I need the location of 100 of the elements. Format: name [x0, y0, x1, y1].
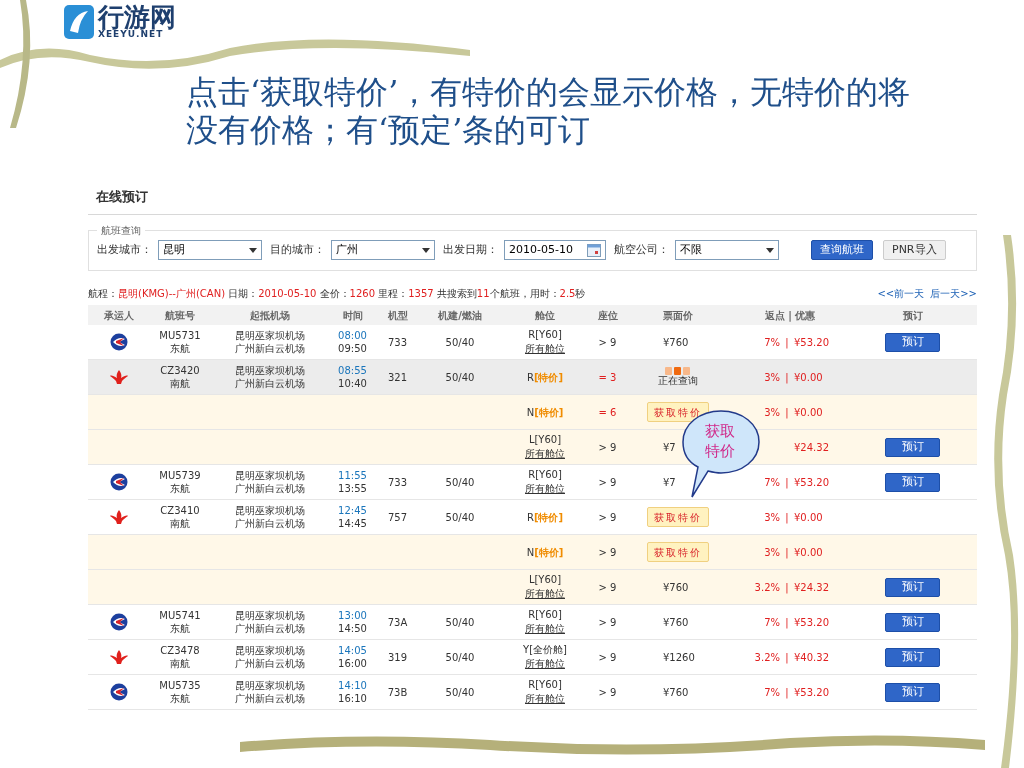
arrival-airport: 广州新白云机场	[235, 692, 305, 705]
dropdown-select[interactable]: 广州	[331, 240, 435, 260]
departure-time: 13:00	[338, 609, 367, 622]
seat-count: > 9	[598, 545, 617, 560]
departure-time: 08:55	[338, 364, 367, 377]
rebate-percent: 7%	[764, 335, 780, 350]
all-cabins-link[interactable]: 所有舱位	[525, 692, 565, 706]
cabin-class: L[Y60]	[528, 573, 562, 587]
field-label: 出发城市：	[97, 241, 152, 258]
field-label: 目的城市：	[270, 241, 325, 258]
book-button[interactable]: 预订	[885, 682, 940, 702]
departure-airport: 昆明巫家坝机场	[235, 329, 305, 342]
day-nav-link[interactable]: 后一天>>	[930, 285, 977, 301]
flower-logo-icon	[109, 369, 129, 385]
column-header: 舱位	[534, 308, 556, 323]
column-header: 票面价	[661, 308, 694, 323]
airport-fuel-tax: 50/40	[445, 510, 475, 525]
get-special-price-button[interactable]: 获取特价	[646, 542, 709, 562]
separator: |	[785, 510, 789, 525]
bird-logo-icon	[110, 683, 128, 701]
discount-amount: ¥0.00	[794, 545, 823, 560]
ticket-price: ¥760	[662, 335, 689, 350]
rebate-percent: 7%	[764, 615, 780, 630]
airline-name: 东航	[170, 692, 190, 705]
seat-count: > 9	[598, 615, 617, 630]
ticket-price: ¥760	[662, 615, 689, 630]
cabin-class: N[特价]	[526, 405, 564, 420]
import-button[interactable]: PNR导入	[883, 240, 946, 260]
day-nav-link[interactable]: <<前一天	[877, 285, 925, 301]
aircraft-type: 73A	[387, 615, 408, 630]
rebate-percent: 3%	[764, 510, 780, 525]
arrival-airport: 广州新白云机场	[235, 377, 305, 390]
airline-name: 南航	[170, 657, 190, 670]
flight-number: CZ3410	[160, 504, 200, 517]
get-special-price-button[interactable]: 获取特价	[646, 507, 709, 527]
cabin-class: R[Y60]	[528, 678, 562, 692]
book-button[interactable]: 预订	[885, 332, 940, 352]
rebate-percent: 3.2%	[754, 650, 780, 665]
departure-time: 14:05	[338, 644, 367, 657]
search-flights-button[interactable]: 查询航班	[811, 240, 873, 260]
book-button[interactable]: 预订	[885, 577, 940, 597]
airline-name: 东航	[170, 482, 190, 495]
aircraft-type: 733	[387, 335, 408, 350]
discount-amount: ¥0.00	[794, 510, 823, 525]
bird-logo-icon	[110, 333, 128, 351]
departure-airport: 昆明巫家坝机场	[235, 469, 305, 482]
separator: |	[785, 685, 789, 700]
all-cabins-link[interactable]: 所有舱位	[525, 657, 565, 671]
book-button[interactable]: 预订	[885, 472, 940, 492]
discount-amount: ¥0.00	[794, 370, 823, 385]
field-label: 航空公司：	[614, 241, 669, 258]
cabin-class: R[Y60]	[528, 608, 562, 622]
book-button[interactable]: 预订	[885, 437, 940, 457]
seat-count: > 9	[598, 440, 617, 455]
dropdown-select[interactable]: 昆明	[158, 240, 262, 260]
aircraft-type: 757	[387, 510, 408, 525]
loading-icon	[664, 367, 691, 375]
seat-count: > 9	[598, 580, 617, 595]
airline-name: 东航	[170, 342, 190, 355]
get-special-price-button[interactable]: 获取特价	[646, 402, 709, 422]
arrival-time: 16:00	[338, 657, 367, 670]
discount-amount: ¥53.20	[794, 685, 829, 700]
all-cabins-link[interactable]: 所有舱位	[525, 482, 565, 496]
caret-icon	[249, 247, 257, 253]
airline-name: 南航	[170, 377, 190, 390]
field-label: 出发日期：	[443, 241, 498, 258]
status-text: 正在查询	[657, 375, 698, 387]
ticket-price: ¥760	[662, 580, 689, 595]
flight-number: MU5739	[159, 469, 201, 482]
cabin-class: R[Y60]	[528, 468, 562, 482]
airline-name: 东航	[170, 622, 190, 635]
arrival-airport: 广州新白云机场	[235, 622, 305, 635]
flight-number: MU5731	[159, 329, 201, 342]
airport-fuel-tax: 50/40	[445, 370, 475, 385]
airport-fuel-tax: 50/40	[445, 615, 475, 630]
ticket-price: ¥7	[662, 475, 676, 490]
caret-icon	[422, 247, 430, 253]
dropdown-select[interactable]: 不限	[675, 240, 779, 260]
date-field[interactable]: 2010-05-10	[504, 240, 606, 260]
book-button[interactable]: 预订	[885, 612, 940, 632]
arrival-time: 10:40	[338, 377, 367, 390]
all-cabins-link[interactable]: 所有舱位	[525, 622, 565, 636]
callout-text: 获取特价	[705, 421, 736, 461]
column-header: 预订	[901, 308, 924, 323]
slide-title: 点击‘获取特价’，有特价的会显示价格，无特价的将没有价格；有‘预定’条的可订	[186, 73, 912, 149]
departure-airport: 昆明巫家坝机场	[235, 364, 305, 377]
rebate-percent: 7%	[764, 475, 780, 490]
logo-subtitle: XEEYU.NET	[98, 30, 164, 39]
rebate-percent: 3%	[764, 545, 780, 560]
airline-name: 南航	[170, 517, 190, 530]
separator: |	[785, 370, 789, 385]
departure-time: 11:55	[338, 469, 367, 482]
airport-fuel-tax: 50/40	[445, 335, 475, 350]
all-cabins-link[interactable]: 所有舱位	[525, 587, 565, 601]
airport-fuel-tax: 50/40	[445, 475, 475, 490]
all-cabins-link[interactable]: 所有舱位	[525, 342, 565, 356]
seat-count: = 6	[598, 405, 617, 420]
book-button[interactable]: 预订	[885, 647, 940, 667]
separator: |	[785, 475, 789, 490]
all-cabins-link[interactable]: 所有舱位	[525, 447, 565, 461]
